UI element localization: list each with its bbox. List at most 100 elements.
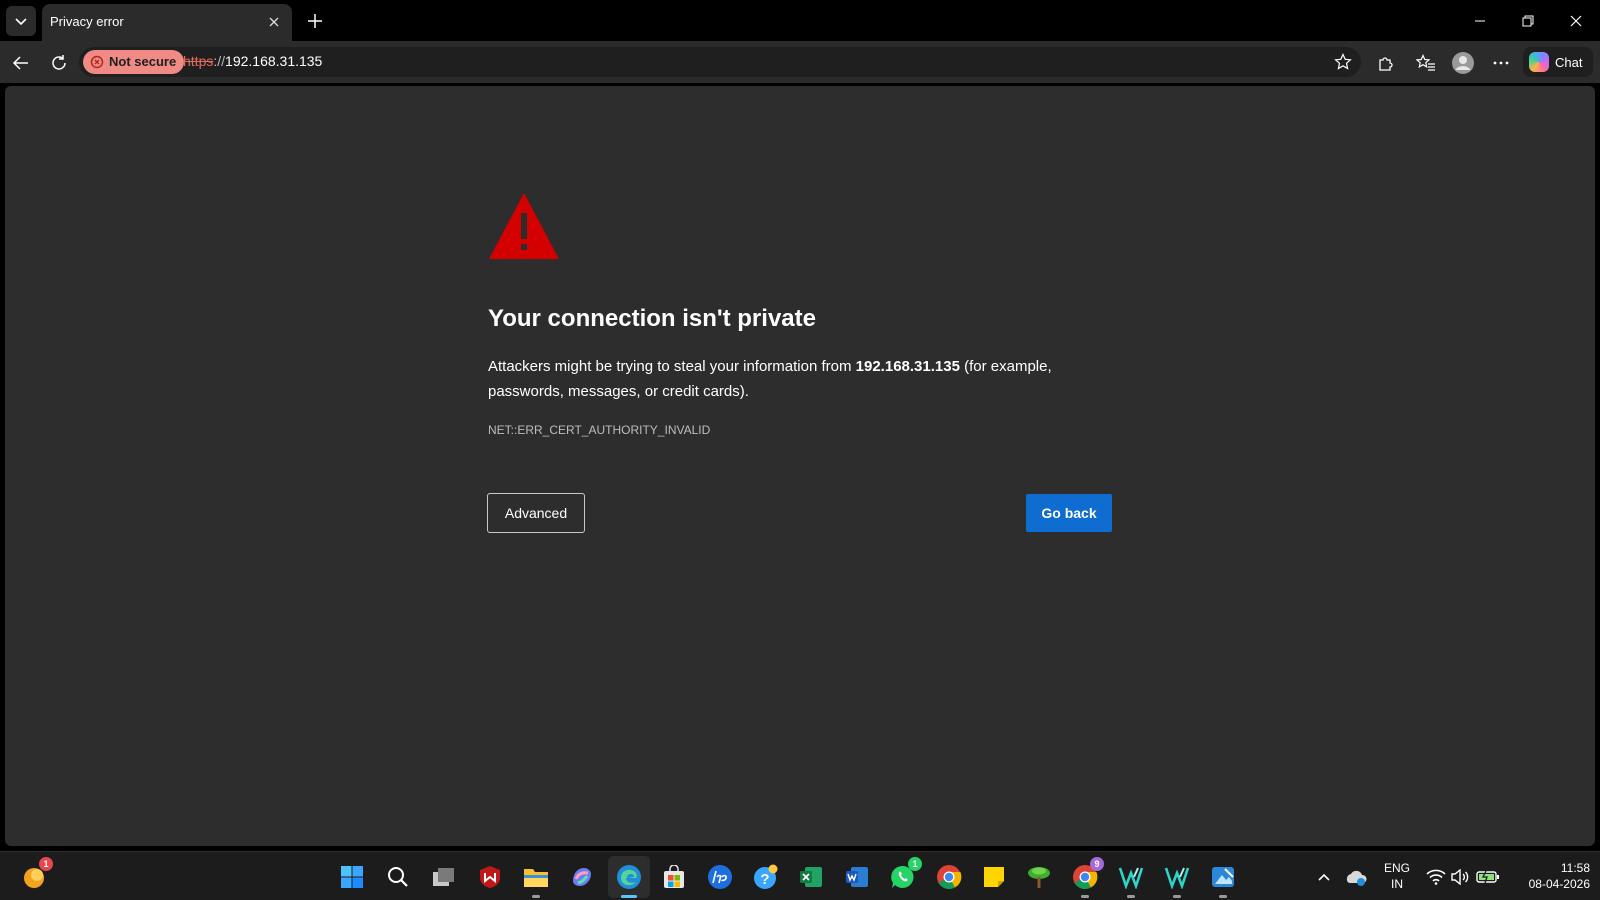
url-host: 192.168.31.135 (225, 53, 323, 69)
edge-icon (617, 865, 641, 889)
profile-icon (1452, 52, 1474, 74)
minimize-button[interactable] (1465, 8, 1495, 34)
wifi-icon (1426, 869, 1446, 885)
refresh-button[interactable] (46, 50, 72, 76)
close-icon (269, 17, 279, 27)
search-icon (388, 867, 408, 887)
tab-title: Privacy error (50, 14, 124, 29)
whatsapp-app[interactable]: 1 (889, 857, 922, 891)
word-icon (846, 867, 868, 887)
copilot-icon (1529, 52, 1549, 72)
task-view-button[interactable] (430, 863, 458, 891)
copilot-app[interactable] (568, 863, 596, 891)
mcafee-app[interactable] (476, 863, 504, 891)
error-page: Your connection isn't private Attackers … (5, 86, 1595, 846)
photos-icon (1212, 867, 1234, 887)
close-window-button[interactable] (1561, 8, 1591, 34)
battery-button[interactable] (1474, 863, 1502, 891)
warning-shield-icon (90, 55, 104, 69)
tab-list-icon (15, 18, 27, 26)
copilot-chat-button[interactable]: Chat (1523, 47, 1593, 77)
tree-icon (1028, 867, 1050, 888)
security-label: Not secure (109, 54, 177, 69)
help-icon: ? (754, 864, 778, 889)
url-scheme: https (183, 53, 214, 69)
sticky-notes-app[interactable] (980, 863, 1008, 891)
tab-strip: Privacy error (0, 0, 1600, 41)
sticky-notes-icon (984, 867, 1004, 887)
widgets-button[interactable]: 1 (20, 857, 53, 891)
running-indicator (1081, 895, 1089, 898)
tree-app[interactable] (1025, 863, 1053, 891)
photos-app[interactable] (1209, 863, 1237, 898)
back-button[interactable] (8, 50, 34, 76)
refresh-icon (52, 55, 66, 70)
extensions-icon (1379, 57, 1393, 71)
whatsapp-badge: 1 (908, 857, 922, 871)
chevron-up-icon (1318, 873, 1330, 881)
language-indicator[interactable]: ENG IN (1382, 860, 1412, 892)
url-text[interactable]: https://192.168.31.135 (183, 53, 322, 69)
restore-button[interactable] (1513, 8, 1543, 34)
store-icon (664, 865, 684, 888)
language-code: ENG (1383, 861, 1410, 875)
edge-app[interactable] (615, 863, 643, 898)
search-button[interactable] (384, 863, 412, 891)
show-hidden-icons-button[interactable] (1310, 863, 1338, 891)
favorites-button[interactable] (1413, 50, 1439, 76)
region-code: IN (1391, 877, 1403, 891)
warning-triangle-icon (489, 193, 559, 259)
task-view-icon (433, 868, 454, 886)
file-explorer-icon (524, 869, 548, 887)
svg-text:?: ? (760, 871, 769, 888)
excel-app[interactable] (797, 863, 825, 891)
address-bar[interactable]: Not secure https://192.168.31.135 (79, 47, 1361, 77)
tab-list-button[interactable] (6, 6, 36, 36)
windows-start-icon (341, 866, 363, 888)
widgets-badge: 1 (39, 857, 53, 871)
browser-toolbar: Not secure https://192.168.31.135 Chat (0, 41, 1600, 83)
volume-button[interactable] (1446, 863, 1474, 891)
running-indicator (1127, 895, 1135, 898)
onedrive-icon (1346, 870, 1367, 886)
profile-button[interactable] (1450, 50, 1476, 76)
tab-close-button[interactable] (266, 14, 282, 30)
new-tab-button[interactable] (302, 8, 328, 34)
favorite-button[interactable] (1331, 50, 1355, 74)
hp-app[interactable] (706, 863, 734, 891)
url-separator: :// (213, 53, 226, 69)
security-badge[interactable]: Not secure (83, 50, 185, 74)
start-button[interactable] (338, 863, 366, 891)
copilot-app-icon (573, 868, 591, 886)
file-explorer-app[interactable] (522, 863, 550, 898)
vpn-app[interactable] (1117, 863, 1145, 898)
mcafee-icon (480, 866, 500, 888)
error-description: Attackers might be trying to steal your … (488, 354, 1058, 404)
excel-icon (800, 867, 822, 887)
chrome-app[interactable] (935, 863, 963, 891)
star-icon (1334, 53, 1352, 70)
vpn-alt-app[interactable] (1163, 863, 1191, 898)
battery-icon (1476, 870, 1499, 884)
chrome-icon (937, 865, 962, 890)
volume-icon (1451, 869, 1469, 885)
tab-privacy-error[interactable]: Privacy error (42, 4, 292, 41)
more-button[interactable] (1488, 50, 1514, 76)
chrome-profile-app[interactable]: 9 (1071, 857, 1104, 898)
help-app[interactable]: ? (752, 863, 780, 891)
clock-date: 08-04-2026 (1528, 877, 1590, 891)
onedrive-button[interactable] (1342, 863, 1370, 891)
favorites-icon (1416, 54, 1435, 71)
vpn-icon (1118, 867, 1144, 889)
advanced-button[interactable]: Advanced (487, 493, 585, 533)
clock[interactable]: 11:58 08-04-2026 (1506, 860, 1590, 892)
extensions-button[interactable] (1372, 50, 1398, 76)
hp-icon (708, 865, 732, 889)
go-back-button[interactable]: Go back (1026, 494, 1112, 532)
store-app[interactable] (660, 863, 688, 891)
word-app[interactable] (843, 863, 871, 891)
taskbar: 1 ? 1 9 ENG IN 11:58 08-04-2026 (0, 851, 1600, 900)
page-title: Your connection isn't private (488, 305, 816, 332)
clock-time: 11:58 (1560, 861, 1590, 875)
plus-icon (308, 14, 322, 28)
